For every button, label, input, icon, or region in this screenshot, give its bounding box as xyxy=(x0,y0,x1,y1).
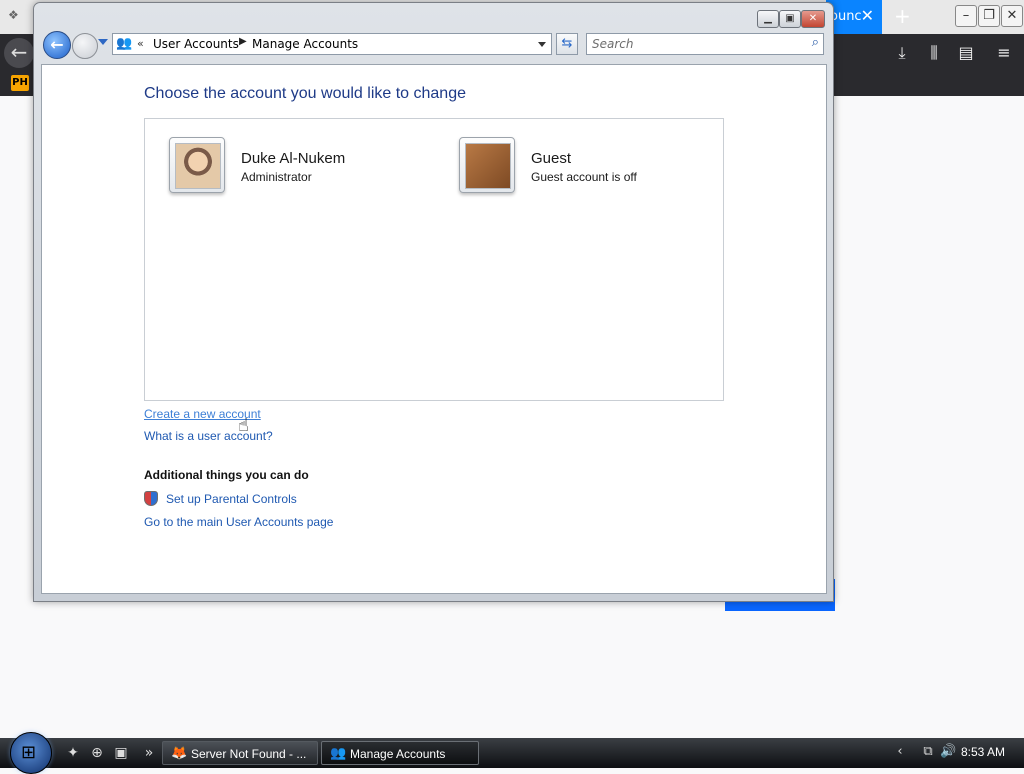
app-icon: ❖ xyxy=(8,8,19,22)
restore-button[interactable]: ❐ xyxy=(978,5,1000,27)
tab-title: ounc xyxy=(830,9,862,24)
account-name: Guest xyxy=(531,150,572,167)
download-icon[interactable]: ⤓ xyxy=(890,42,914,64)
users-icon: 👥 xyxy=(330,745,347,760)
bookmark-badge[interactable]: PH xyxy=(11,75,29,91)
additional-heading: Additional things you can do xyxy=(144,468,309,482)
search-input[interactable]: Search ⌕ xyxy=(586,33,824,55)
account-name: Duke Al-Nukem xyxy=(241,150,346,167)
minimize-button[interactable]: ▁ xyxy=(757,10,779,28)
main-user-accounts-link[interactable]: Go to the main User Accounts page xyxy=(144,515,333,529)
account-duke[interactable]: Duke Al-Nukem Administrator xyxy=(165,137,415,199)
browser-icon: 🦊 xyxy=(171,745,188,760)
users-icon: 👥 xyxy=(116,36,133,51)
quicklaunch-switch-icon[interactable]: ▣ xyxy=(112,744,130,762)
clock[interactable]: 8:53 AM xyxy=(961,745,1005,759)
hand-cursor-icon: ☝ xyxy=(238,415,249,436)
quicklaunch-desktop-icon[interactable]: ✦ xyxy=(64,744,82,762)
refresh-button[interactable]: ⇆ xyxy=(556,33,578,55)
search-icon[interactable]: ⌕ xyxy=(812,35,819,50)
address-dropdown-icon[interactable] xyxy=(538,42,546,47)
close-button[interactable]: ✕ xyxy=(801,10,825,28)
quicklaunch-browser-icon[interactable]: ⊕ xyxy=(88,744,106,762)
library-icon[interactable]: ⫼ xyxy=(922,42,946,64)
forward-arrow-icon[interactable] xyxy=(72,33,98,59)
windows-logo-icon: ⊞ xyxy=(21,742,37,763)
overflow-chevron-icon[interactable]: « xyxy=(137,37,144,50)
account-type: Guest account is off xyxy=(531,170,637,184)
taskbar-button-manage-accounts[interactable]: 👥 Manage Accounts xyxy=(321,741,479,765)
sidebar-icon[interactable]: ▤ xyxy=(954,42,978,64)
breadcrumb-separator-icon[interactable]: ▶ xyxy=(239,36,247,47)
close-icon[interactable]: ✕ xyxy=(861,6,874,25)
avatar xyxy=(169,137,225,193)
volume-icon[interactable]: 🔊 xyxy=(940,744,956,760)
new-tab-button[interactable]: + xyxy=(888,5,954,29)
what-is-account-link[interactable]: What is a user account? xyxy=(144,429,273,443)
browser-tab-active[interactable]: ounc ✕ xyxy=(826,0,882,34)
shield-icon xyxy=(144,491,158,506)
tray-expand-icon[interactable]: ‹ xyxy=(892,744,908,760)
taskbar-button-browser[interactable]: 🦊 Server Not Found - ... xyxy=(162,741,318,765)
manage-accounts-window: ▁ ▣ ✕ ← 👥 « User Accounts ▶ Manage Accou… xyxy=(33,2,834,602)
breadcrumb-user-accounts[interactable]: User Accounts xyxy=(153,37,239,51)
network-icon[interactable]: ⧉ xyxy=(920,744,936,760)
breadcrumb-manage-accounts[interactable]: Manage Accounts xyxy=(252,37,358,51)
taskbar-button-label: Server Not Found - ... xyxy=(191,747,307,761)
parental-controls-link[interactable]: Set up Parental Controls xyxy=(166,492,297,506)
taskbar: ⊞ ✦ ⊕ ▣ » 🦊 Server Not Found - ... 👥 Man… xyxy=(0,732,1024,774)
account-guest[interactable]: Guest Guest account is off xyxy=(455,137,705,199)
account-type: Administrator xyxy=(241,170,312,184)
maximize-button[interactable]: ▣ xyxy=(779,10,801,28)
avatar xyxy=(459,137,515,193)
back-button[interactable]: ← xyxy=(4,38,34,68)
recent-pages-dropdown[interactable] xyxy=(98,39,108,45)
address-bar[interactable]: 👥 « User Accounts ▶ Manage Accounts xyxy=(112,33,552,55)
taskbar-button-label: Manage Accounts xyxy=(350,747,446,761)
page-title: Choose the account you would like to cha… xyxy=(144,85,466,102)
accounts-list: Duke Al-Nukem Administrator Guest Guest … xyxy=(144,118,724,401)
search-placeholder: Search xyxy=(592,37,634,51)
content-pane: Choose the account you would like to cha… xyxy=(41,64,827,594)
quicklaunch-overflow-icon[interactable]: » xyxy=(140,744,158,762)
back-arrow-icon[interactable]: ← xyxy=(43,31,71,59)
menu-icon[interactable]: ≡ xyxy=(992,42,1016,64)
close-button[interactable]: ✕ xyxy=(1001,5,1023,27)
minimize-button[interactable]: – xyxy=(955,5,977,27)
